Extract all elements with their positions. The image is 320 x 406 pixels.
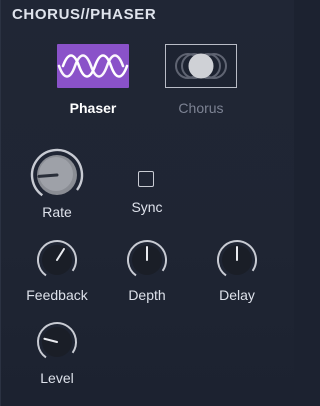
feedback-label: Feedback — [26, 287, 88, 303]
sync-label: Sync — [131, 199, 163, 215]
level-knob[interactable] — [35, 320, 79, 364]
phaser-mode-button[interactable] — [57, 44, 129, 88]
chorus-mode-label: Chorus — [178, 100, 224, 116]
feedback-knob[interactable] — [35, 238, 79, 282]
depth-label: Depth — [128, 287, 166, 303]
chorus-phaser-panel: CHORUS//PHASER Phaser Chorus Rate Sync F… — [0, 0, 294, 406]
phaser-mode-label: Phaser — [69, 100, 117, 116]
level-label: Level — [40, 370, 74, 386]
rate-label: Rate — [42, 204, 72, 220]
rate-knob-indicator — [37, 173, 59, 178]
delay-knob[interactable] — [215, 238, 259, 282]
sine-wave-icon — [57, 54, 129, 78]
depth-knob[interactable] — [125, 238, 169, 282]
chorus-mode-button[interactable] — [165, 44, 237, 88]
overlapping-circles-icon — [175, 53, 227, 79]
panel-title: CHORUS//PHASER — [12, 6, 157, 23]
sync-checkbox[interactable] — [138, 171, 154, 187]
delay-label: Delay — [219, 287, 255, 303]
rate-knob[interactable] — [29, 147, 85, 203]
